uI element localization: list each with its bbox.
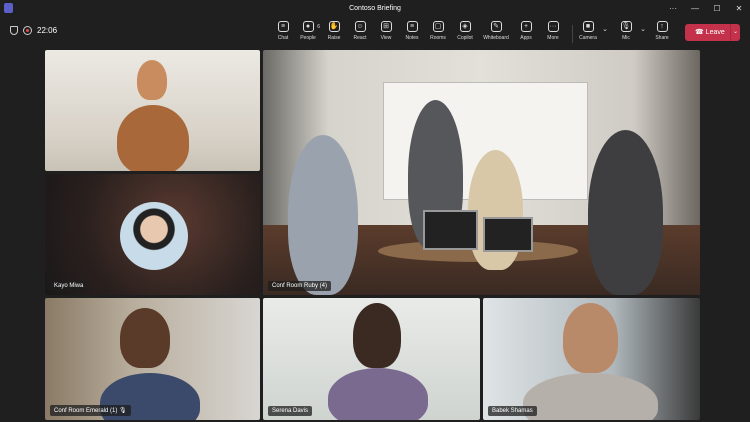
toolbar-label: Raise — [327, 35, 341, 41]
apps-button[interactable]: + Apps — [512, 21, 540, 41]
more-options-button[interactable]: ··· — [662, 0, 684, 17]
meeting-toolbar: 22:06 ≡ Chat ● People 6 ✋ Raise ☺ React ⊞ View ≡ Not… — [0, 17, 750, 47]
meeting-timer: 22:06 — [37, 26, 58, 35]
participant-name: Conf Room Emerald (1) 🎙 — [50, 405, 131, 416]
view-button[interactable]: ⊞ View — [372, 21, 400, 41]
toolbar-label: Share — [655, 35, 669, 41]
shield-icon — [10, 26, 18, 35]
participant-name: Conf Room Ruby (4) — [268, 281, 332, 291]
teams-logo-icon — [4, 3, 13, 13]
leave-options-chevron-icon[interactable]: ⌄ — [730, 24, 740, 41]
apps-icon: + — [520, 21, 532, 32]
notes-button[interactable]: ≡ Notes — [398, 21, 426, 41]
avatar — [120, 202, 188, 270]
whiteboard-icon: ✎ — [490, 21, 502, 32]
toolbar-label: More — [547, 35, 559, 41]
toolbar-label: Mic — [622, 35, 630, 41]
smile-icon: ☺ — [354, 21, 366, 32]
window-title: Contoso Briefing — [349, 5, 401, 12]
grid-icon: ⊞ — [380, 21, 392, 32]
people-button[interactable]: ● People 6 — [294, 21, 322, 41]
toolbar-label: Apps — [520, 35, 532, 41]
toolbar-label: Copilot — [457, 35, 473, 41]
notes-icon: ≡ — [406, 21, 418, 32]
title-bar: Contoso Briefing ··· — ☐ ✕ — [0, 0, 750, 17]
toolbar-label: Camera — [579, 35, 597, 41]
rooms-icon: ▢ — [432, 21, 444, 32]
toolbar-label: Whiteboard — [483, 35, 509, 41]
people-icon: ● — [302, 21, 314, 32]
video-tile-kayo[interactable]: Kayo Miwa — [45, 174, 260, 295]
chat-button[interactable]: ≡ Chat — [269, 21, 297, 41]
toolbar-label: Chat — [277, 35, 289, 41]
hand-icon: ✋ — [328, 21, 340, 32]
raise-button[interactable]: ✋ Raise — [320, 21, 348, 41]
video-tile-presenter[interactable] — [45, 50, 260, 171]
camera-icon: ■ — [582, 21, 594, 32]
whiteboard-button[interactable]: ✎ Whiteboard — [482, 21, 510, 41]
video-tile-conf-room-emerald[interactable]: Conf Room Emerald (1) 🎙 — [45, 298, 260, 420]
video-tile-babek[interactable]: Babek Shamas — [483, 298, 700, 420]
toolbar-label: View — [380, 35, 392, 41]
minimize-button[interactable]: — — [684, 0, 706, 17]
recording-icon — [23, 26, 32, 35]
rooms-button[interactable]: ▢ Rooms — [424, 21, 452, 41]
participant-name: Babek Shamas — [488, 406, 537, 416]
react-button[interactable]: ☺ React — [346, 21, 374, 41]
leave-button[interactable]: ☎ Leave ⌄ — [685, 24, 740, 41]
chevron-down-icon[interactable]: ⌄ — [640, 25, 646, 33]
copilot-icon: ◈ — [459, 21, 471, 32]
chat-icon: ≡ — [277, 21, 289, 32]
toolbar-label: Rooms — [430, 35, 446, 41]
copilot-button[interactable]: ◈ Copilot — [451, 21, 479, 41]
more-icon: ··· — [547, 21, 559, 32]
toolbar-divider — [572, 25, 573, 43]
video-tile-serena[interactable]: Serena Davis — [263, 298, 480, 420]
muted-mic-icon: 🎙 — [119, 408, 127, 414]
toolbar-label: People — [300, 35, 316, 41]
mic-button[interactable]: 🎙 Mic ⌄ — [612, 21, 646, 41]
participant-name: Serena Davis — [268, 406, 313, 416]
more-button[interactable]: ··· More — [539, 21, 567, 41]
camera-button[interactable]: ■ Camera ⌄ — [574, 21, 608, 41]
toolbar-label: Notes — [405, 35, 419, 41]
maximize-button[interactable]: ☐ — [706, 0, 728, 17]
phone-icon: ☎ — [695, 29, 706, 36]
share-button[interactable]: ↑ Share — [648, 21, 676, 41]
close-button[interactable]: ✕ — [728, 0, 750, 17]
mic-icon: 🎙 — [620, 21, 632, 32]
participant-name: Kayo Miwa — [50, 281, 88, 291]
video-tile-conf-room-ruby[interactable]: Conf Room Ruby (4) — [263, 50, 700, 295]
share-icon: ↑ — [656, 21, 668, 32]
chevron-down-icon[interactable]: ⌄ — [602, 25, 608, 33]
toolbar-label: React — [353, 35, 367, 41]
